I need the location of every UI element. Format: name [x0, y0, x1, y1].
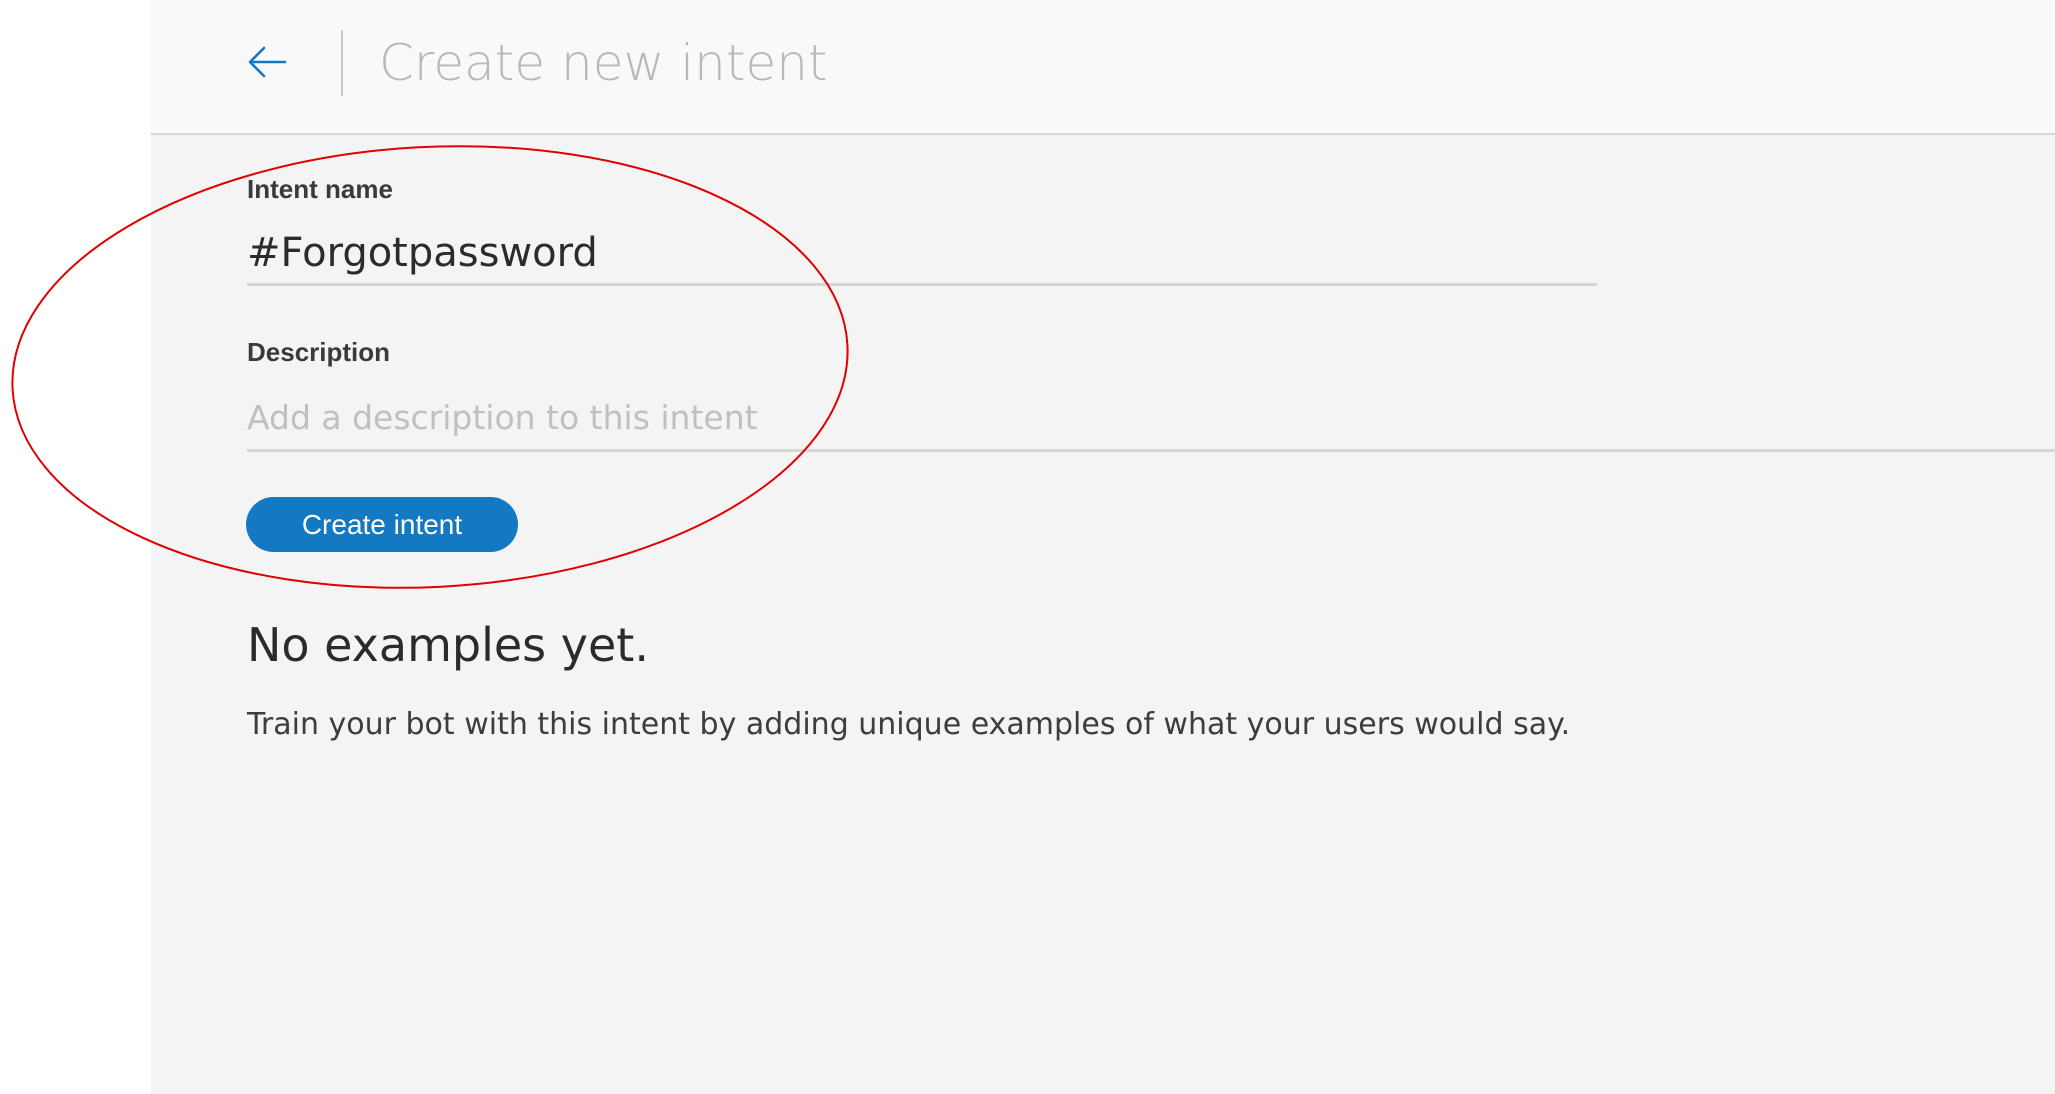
description-label: Description [247, 337, 391, 367]
page-title: Create new intent [379, 34, 828, 92]
page-header: Create new intent [151, 0, 2055, 135]
empty-state-text: Train your bot with this intent by addin… [247, 707, 1571, 742]
intent-editor-panel: Create new intent Intent name Descriptio… [151, 0, 2055, 1094]
description-input[interactable] [247, 386, 2055, 452]
create-intent-button[interactable]: Create intent [246, 497, 518, 552]
page: Create new intent Intent name Descriptio… [0, 0, 2055, 1094]
back-button[interactable] [241, 38, 293, 90]
empty-state-title: No examples yet. [247, 618, 649, 672]
arrow-left-icon [247, 45, 287, 84]
intent-name-input[interactable] [247, 222, 1597, 286]
header-divider [341, 30, 343, 96]
intent-name-label: Intent name [247, 174, 393, 204]
